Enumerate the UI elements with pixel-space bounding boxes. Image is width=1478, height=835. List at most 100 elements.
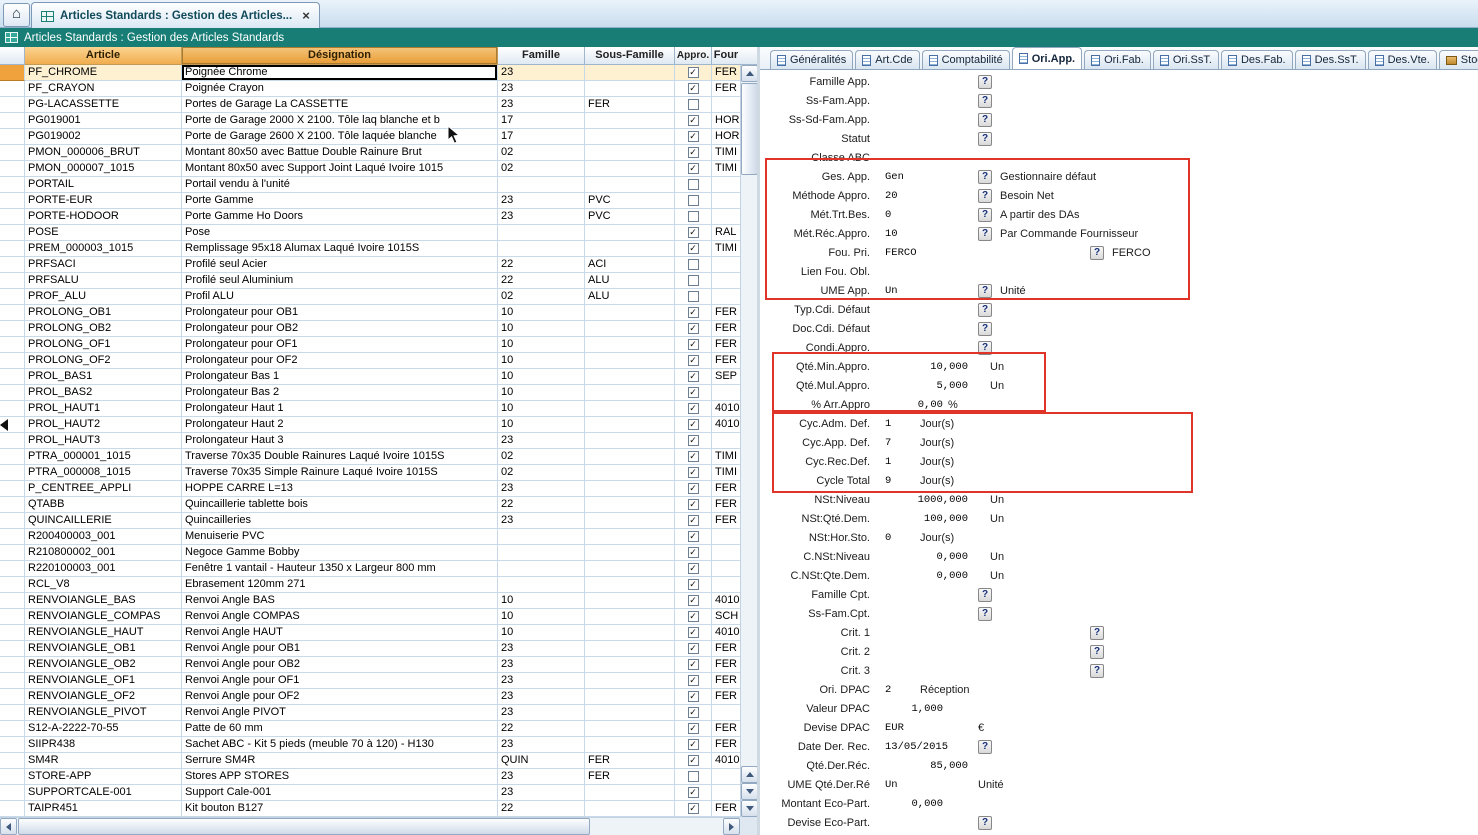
cell-designation[interactable]: Quincaillerie tablette bois: [182, 497, 498, 513]
cell-fournisseur[interactable]: FER: [712, 673, 740, 689]
cell-fournisseur[interactable]: FER: [712, 513, 740, 529]
table-row[interactable]: QTABBQuincaillerie tablette bois22✓FER: [0, 497, 740, 513]
cell-sous-famille[interactable]: [585, 529, 675, 545]
column-header-d-signation[interactable]: Désignation: [182, 47, 498, 65]
cell-article[interactable]: R220100003_001: [25, 561, 182, 577]
cell-famille[interactable]: 23: [498, 481, 585, 497]
cell-fournisseur[interactable]: [712, 193, 740, 209]
row-selector[interactable]: [0, 369, 25, 385]
field-value[interactable]: 0,00: [885, 397, 943, 413]
cell-appro[interactable]: ✓: [675, 497, 712, 513]
row-selector[interactable]: [0, 721, 25, 737]
cell-appro[interactable]: ✓: [675, 113, 712, 129]
cell-appro[interactable]: [675, 193, 712, 209]
cell-sous-famille[interactable]: [585, 737, 675, 753]
cell-article[interactable]: PG-LACASSETTE: [25, 97, 182, 113]
cell-article[interactable]: PROLONG_OB1: [25, 305, 182, 321]
cell-sous-famille[interactable]: FER: [585, 753, 675, 769]
cell-appro[interactable]: ✓: [675, 561, 712, 577]
cell-appro[interactable]: ✓: [675, 657, 712, 673]
cell-fournisseur[interactable]: 4010: [712, 401, 740, 417]
appro-checkbox[interactable]: ✓: [688, 803, 699, 814]
row-selector[interactable]: [0, 305, 25, 321]
cell-fournisseur[interactable]: TIMI: [712, 145, 740, 161]
appro-checkbox[interactable]: ✓: [688, 595, 699, 606]
cell-fournisseur[interactable]: [712, 529, 740, 545]
cell-sous-famille[interactable]: [585, 161, 675, 177]
cell-fournisseur[interactable]: 4010: [712, 417, 740, 433]
cell-sous-famille[interactable]: FER: [585, 97, 675, 113]
cell-appro[interactable]: ✓: [675, 609, 712, 625]
cell-sous-famille[interactable]: [585, 417, 675, 433]
scroll-right-button[interactable]: [723, 818, 740, 835]
appro-checkbox[interactable]: ✓: [688, 339, 699, 350]
cell-article[interactable]: RCL_V8: [25, 577, 182, 593]
cell-sous-famille[interactable]: [585, 481, 675, 497]
cell-famille[interactable]: 10: [498, 321, 585, 337]
row-selector[interactable]: [0, 577, 25, 593]
cell-article[interactable]: RENVOIANGLE_OB2: [25, 657, 182, 673]
cell-appro[interactable]: ✓: [675, 545, 712, 561]
row-selector[interactable]: [0, 513, 25, 529]
cell-sous-famille[interactable]: [585, 545, 675, 561]
row-selector[interactable]: [0, 545, 25, 561]
tab-ori-app[interactable]: Ori.App.: [1012, 47, 1082, 69]
cell-fournisseur[interactable]: [712, 769, 740, 785]
row-selector[interactable]: [0, 401, 25, 417]
table-row[interactable]: PROF_ALUProfil ALU02ALU: [0, 289, 740, 305]
cell-fournisseur[interactable]: [712, 97, 740, 113]
lookup-button[interactable]: ?: [1090, 246, 1104, 260]
cell-fournisseur[interactable]: FER: [712, 337, 740, 353]
field-value[interactable]: 2: [885, 682, 891, 698]
cell-famille[interactable]: 10: [498, 609, 585, 625]
table-row[interactable]: RENVOIANGLE_BASRenvoi Angle BAS10✓4010: [0, 593, 740, 609]
lookup-button[interactable]: ?: [1090, 645, 1104, 659]
cell-fournisseur[interactable]: 4010: [712, 625, 740, 641]
table-row[interactable]: PROL_BAS2Prolongateur Bas 210✓: [0, 385, 740, 401]
cell-fournisseur[interactable]: [712, 545, 740, 561]
scroll-left-button[interactable]: [0, 818, 17, 835]
cell-sous-famille[interactable]: [585, 225, 675, 241]
cell-famille[interactable]: 23: [498, 689, 585, 705]
column-header-sous-famille[interactable]: Sous-Famille: [585, 47, 675, 65]
field-value[interactable]: EUR: [885, 720, 904, 736]
appro-checkbox[interactable]: ✓: [688, 739, 699, 750]
cell-sous-famille[interactable]: [585, 65, 675, 81]
row-selector[interactable]: [0, 481, 25, 497]
cell-sous-famille[interactable]: [585, 113, 675, 129]
cell-designation[interactable]: Portail vendu à l'unité: [182, 177, 498, 193]
table-row[interactable]: PRFSALUProfilé seul Aluminium22ALU: [0, 273, 740, 289]
lookup-button[interactable]: ?: [1090, 626, 1104, 640]
cell-appro[interactable]: ✓: [675, 737, 712, 753]
cell-famille[interactable]: 02: [498, 289, 585, 305]
appro-checkbox[interactable]: ✓: [688, 403, 699, 414]
table-row[interactable]: PG019002Porte de Garage 2600 X 2100. Tôl…: [0, 129, 740, 145]
row-selector[interactable]: [0, 785, 25, 801]
cell-appro[interactable]: ✓: [675, 753, 712, 769]
cell-sous-famille[interactable]: ALU: [585, 273, 675, 289]
cell-sous-famille[interactable]: [585, 641, 675, 657]
field-value[interactable]: 0: [885, 207, 891, 223]
cell-article[interactable]: PROL_HAUT3: [25, 433, 182, 449]
table-row[interactable]: S12-A-2222-70-55Patte de 60 mm22✓FER: [0, 721, 740, 737]
row-selector[interactable]: [0, 209, 25, 225]
cell-appro[interactable]: ✓: [675, 801, 712, 817]
appro-checkbox[interactable]: ✓: [688, 627, 699, 638]
cell-fournisseur[interactable]: FER: [712, 657, 740, 673]
cell-article[interactable]: PORTAIL: [25, 177, 182, 193]
appro-checkbox[interactable]: ✓: [688, 483, 699, 494]
lookup-button[interactable]: ?: [978, 170, 992, 184]
cell-sous-famille[interactable]: [585, 241, 675, 257]
row-selector[interactable]: [0, 97, 25, 113]
cell-article[interactable]: PROLONG_OF1: [25, 337, 182, 353]
cell-fournisseur[interactable]: TIMI: [712, 449, 740, 465]
row-selector[interactable]: [0, 193, 25, 209]
table-row[interactable]: PMON_000007_1015Montant 80x50 avec Suppo…: [0, 161, 740, 177]
tab-des-sst[interactable]: Des.SsT.: [1295, 50, 1366, 69]
appro-checkbox[interactable]: ✓: [688, 675, 699, 686]
cell-designation[interactable]: Montant 80x50 avec Support Joint Laqué I…: [182, 161, 498, 177]
cell-designation[interactable]: Traverse 70x35 Simple Rainure Laqué Ivoi…: [182, 465, 498, 481]
cell-designation[interactable]: Kit bouton B127: [182, 801, 498, 817]
table-row[interactable]: SM4RSerrure SM4RQUINFER✓4010: [0, 753, 740, 769]
cell-fournisseur[interactable]: FER: [712, 721, 740, 737]
